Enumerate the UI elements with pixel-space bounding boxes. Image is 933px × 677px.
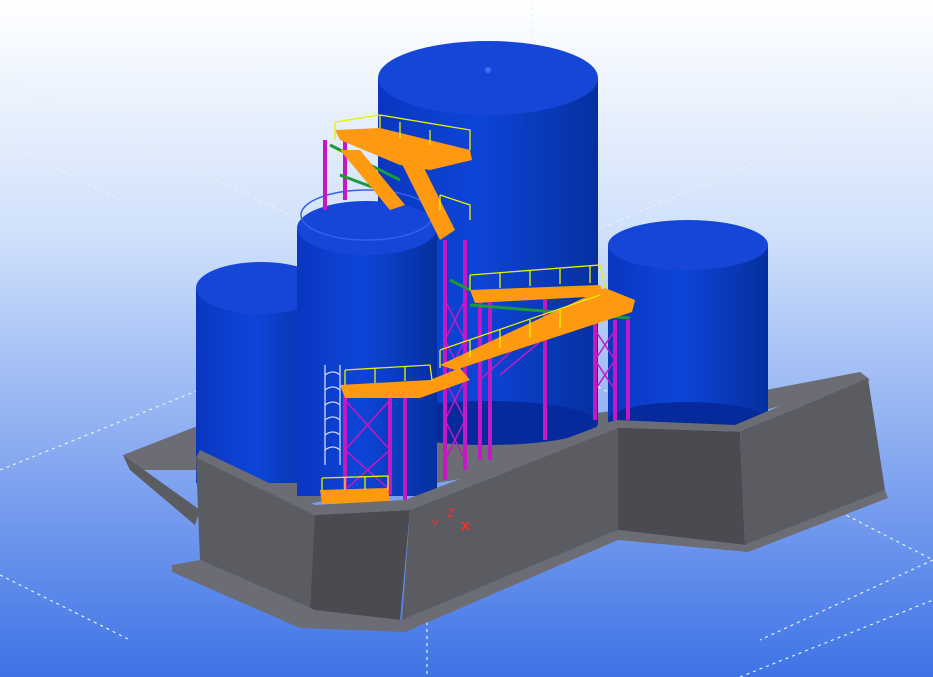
storage-tank-right[interactable]	[608, 220, 768, 438]
storage-tank-middle[interactable]	[297, 189, 437, 496]
wall-face-center	[310, 510, 410, 620]
roof-vent	[485, 67, 491, 73]
axis-label-z: Z	[447, 507, 455, 520]
3d-model-viewport[interactable]: Y Z X	[0, 0, 933, 677]
model-canvas[interactable]: Y Z X	[0, 0, 933, 677]
axis-label-x: X	[461, 520, 470, 533]
wall-face-right-inner	[618, 428, 745, 545]
axis-label-y: Y	[431, 518, 439, 531]
tank-roof	[378, 41, 598, 115]
tank-shell	[608, 245, 768, 420]
tank-roof	[608, 220, 768, 270]
tank-roof	[297, 201, 437, 255]
tank-shell	[297, 228, 437, 496]
